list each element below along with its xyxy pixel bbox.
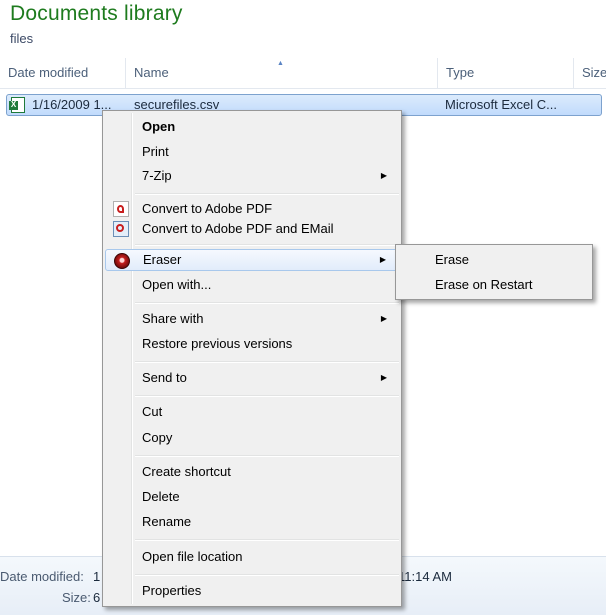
menu-label: Open file location	[142, 549, 243, 564]
menu-item-share-with[interactable]: Share with ▶	[105, 308, 399, 330]
menu-separator	[135, 455, 399, 457]
file-type: Microsoft Excel C...	[445, 97, 557, 112]
submenu-arrow-icon: ▶	[379, 255, 386, 264]
menu-label: Share with	[142, 311, 204, 326]
library-subtitle: files	[10, 31, 34, 46]
menu-label: Open with...	[142, 277, 212, 292]
menu-item-delete[interactable]: Delete	[105, 486, 399, 508]
submenu-arrow-icon: ▶	[380, 314, 387, 323]
menu-item-send-to[interactable]: Send to ▶	[105, 367, 399, 389]
menu-label: Print	[142, 144, 169, 159]
menu-label: Erase	[435, 252, 469, 267]
menu-separator	[135, 395, 399, 397]
submenu-item-erase-on-restart[interactable]: Erase on Restart	[398, 274, 590, 296]
eraser-submenu: Erase Erase on Restart	[395, 244, 593, 300]
column-header-bar: Date modified Name ▲ Type Size	[0, 58, 606, 89]
menu-label: Rename	[142, 514, 192, 529]
menu-item-open-with[interactable]: Open with...	[105, 274, 399, 296]
sort-ascending-icon: ▲	[277, 60, 284, 67]
menu-label: Open	[142, 119, 176, 134]
menu-separator	[135, 193, 399, 195]
details-size-value: 6	[93, 590, 101, 605]
menu-label: Restore previous versions	[142, 336, 293, 351]
menu-label: Properties	[142, 583, 202, 598]
submenu-arrow-icon: ▶	[380, 171, 387, 180]
menu-label: Copy	[142, 430, 173, 445]
menu-item-restore-versions[interactable]: Restore previous versions	[105, 333, 399, 355]
details-time-value: 11:14 AM	[398, 569, 452, 584]
menu-label: Delete	[142, 489, 180, 504]
menu-label: Create shortcut	[142, 464, 231, 479]
menu-separator	[135, 361, 399, 363]
menu-item-cut[interactable]: Cut	[105, 401, 399, 423]
details-size-label: Size:	[62, 590, 91, 605]
menu-item-7zip[interactable]: 7-Zip ▶	[105, 165, 399, 187]
menu-label: Convert to Adobe PDF and EMail	[142, 221, 334, 236]
adobe-pdf-icon	[113, 201, 129, 217]
library-title: Documents library	[10, 2, 183, 25]
details-date-label: Date modified:	[0, 569, 84, 584]
menu-item-create-shortcut[interactable]: Create shortcut	[105, 461, 399, 483]
menu-separator	[135, 302, 399, 304]
menu-item-convert-pdf[interactable]: Convert to Adobe PDF	[105, 198, 399, 220]
menu-label: Cut	[142, 404, 163, 419]
menu-item-print[interactable]: Print	[105, 141, 399, 163]
menu-item-open[interactable]: Open	[105, 116, 399, 138]
menu-separator	[135, 574, 399, 576]
adobe-pdf-email-icon	[113, 221, 129, 237]
menu-label: Convert to Adobe PDF	[142, 201, 273, 216]
column-size[interactable]: Size	[574, 58, 606, 88]
menu-label: Send to	[142, 370, 187, 385]
details-date-value: 1	[93, 569, 101, 584]
menu-separator	[135, 244, 399, 246]
menu-item-properties[interactable]: Properties	[105, 580, 399, 602]
submenu-arrow-icon: ▶	[380, 373, 387, 382]
menu-item-rename[interactable]: Rename	[105, 511, 399, 533]
submenu-item-erase[interactable]: Erase	[398, 249, 590, 271]
eraser-icon	[114, 253, 130, 269]
menu-separator	[135, 539, 399, 541]
file-date: 1/16/2009 1...	[32, 97, 112, 112]
column-type[interactable]: Type	[438, 58, 574, 88]
menu-item-eraser[interactable]: Eraser ▶	[105, 249, 399, 271]
menu-label: Eraser	[143, 252, 182, 267]
column-date-modified[interactable]: Date modified	[0, 58, 126, 88]
menu-label: 7-Zip	[142, 168, 172, 183]
menu-label: Erase on Restart	[435, 277, 533, 292]
menu-item-open-file-location[interactable]: Open file location	[105, 546, 399, 568]
excel-csv-icon	[9, 97, 25, 113]
context-menu: Open Print 7-Zip ▶ Convert to Adobe PDF C…	[102, 110, 402, 607]
menu-item-convert-pdf-email[interactable]: Convert to Adobe PDF and EMail	[105, 218, 399, 240]
menu-item-copy[interactable]: Copy	[105, 427, 399, 449]
